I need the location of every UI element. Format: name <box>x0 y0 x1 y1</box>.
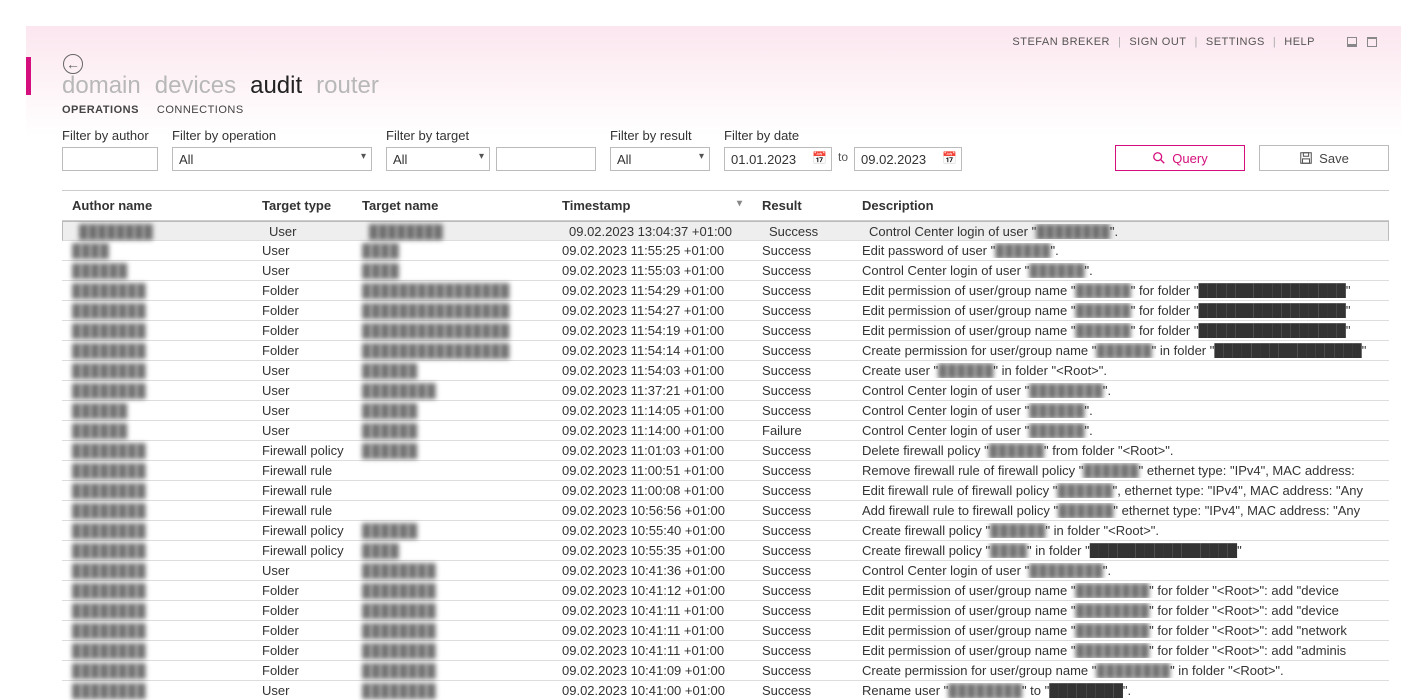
search-icon <box>1152 151 1166 165</box>
table-row[interactable]: ████████Firewall policy██████09.02.2023 … <box>62 521 1389 541</box>
save-button[interactable]: Save <box>1259 145 1389 171</box>
sub-nav: OPERATIONS CONNECTIONS <box>62 104 244 116</box>
back-button[interactable]: ← <box>63 54 83 74</box>
filter-bar: Filter by author Filter by operation Fil… <box>62 128 1389 171</box>
table-row[interactable]: ████████User████████09.02.2023 11:37:21 … <box>62 381 1389 401</box>
filter-date-to[interactable] <box>854 147 962 171</box>
nav-router[interactable]: router <box>316 72 379 100</box>
save-icon <box>1299 151 1313 165</box>
grid-header: Author name Target type Target name Time… <box>62 191 1389 221</box>
signout-link[interactable]: SIGN OUT <box>1129 36 1186 48</box>
table-row[interactable]: ████████Firewall rule09.02.2023 11:00:51… <box>62 461 1389 481</box>
user-name[interactable]: STEFAN BREKER <box>1012 36 1110 48</box>
filter-date-from[interactable] <box>724 147 832 171</box>
table-row[interactable]: ████████Folder████████████████09.02.2023… <box>62 341 1389 361</box>
col-timestamp[interactable]: Timestamp <box>562 198 762 213</box>
table-row[interactable]: ████████Firewall rule09.02.2023 10:56:56… <box>62 501 1389 521</box>
table-row[interactable]: ████████Folder████████09.02.2023 10:41:1… <box>62 601 1389 621</box>
col-target[interactable]: Target name <box>362 198 562 213</box>
accent-bar <box>26 57 31 95</box>
filter-operation-select[interactable] <box>172 147 372 171</box>
table-row[interactable]: ████████Folder████████████████09.02.2023… <box>62 281 1389 301</box>
table-row[interactable]: ████████Firewall policy████09.02.2023 10… <box>62 541 1389 561</box>
table-row[interactable]: ██████User████09.02.2023 11:55:03 +01:00… <box>62 261 1389 281</box>
nav-audit[interactable]: audit <box>250 72 302 100</box>
table-row[interactable]: ████████Folder████████09.02.2023 10:41:1… <box>62 621 1389 641</box>
filter-author-label: Filter by author <box>62 128 158 143</box>
tab-connections[interactable]: CONNECTIONS <box>157 104 244 116</box>
table-row[interactable]: ████████User██████09.02.2023 11:54:03 +0… <box>62 361 1389 381</box>
audit-grid: Author name Target type Target name Time… <box>62 190 1389 700</box>
top-links: STEFAN BREKER | SIGN OUT | SETTINGS | HE… <box>1012 36 1377 48</box>
filter-target-select[interactable] <box>386 147 490 171</box>
table-row[interactable]: ████████Folder████████09.02.2023 10:41:0… <box>62 661 1389 681</box>
filter-result-label: Filter by result <box>610 128 710 143</box>
col-type[interactable]: Target type <box>262 198 362 213</box>
settings-link[interactable]: SETTINGS <box>1206 36 1265 48</box>
filter-operation-label: Filter by operation <box>172 128 372 143</box>
filter-result-select[interactable] <box>610 147 710 171</box>
col-author[interactable]: Author name <box>62 198 262 213</box>
tab-operations[interactable]: OPERATIONS <box>62 104 139 116</box>
query-button[interactable]: Query <box>1115 145 1245 171</box>
nav-devices[interactable]: devices <box>155 72 236 100</box>
table-row[interactable]: ████████Folder████████09.02.2023 10:41:1… <box>62 581 1389 601</box>
filter-date-label: Filter by date <box>724 128 962 143</box>
table-row[interactable]: ████████Firewall policy██████09.02.2023 … <box>62 441 1389 461</box>
grid-body[interactable]: ████████User████████09.02.2023 13:04:37 … <box>62 221 1389 700</box>
window-minimize[interactable] <box>1347 37 1357 47</box>
table-row[interactable]: ████████Folder████████09.02.2023 10:41:1… <box>62 641 1389 661</box>
table-row[interactable]: ████████User████████09.02.2023 13:04:37 … <box>62 221 1389 241</box>
filter-author-input[interactable] <box>62 147 158 171</box>
filter-targetname-input[interactable] <box>496 147 596 171</box>
col-result[interactable]: Result <box>762 198 862 213</box>
table-row[interactable]: ████User████09.02.2023 11:55:25 +01:00Su… <box>62 241 1389 261</box>
filter-target-label: Filter by target <box>386 128 596 143</box>
main-nav: domain devices audit router <box>62 72 379 100</box>
nav-domain[interactable]: domain <box>62 72 141 100</box>
table-row[interactable]: ██████User██████09.02.2023 11:14:00 +01:… <box>62 421 1389 441</box>
window-maximize[interactable] <box>1367 37 1377 47</box>
table-row[interactable]: ██████User██████09.02.2023 11:14:05 +01:… <box>62 401 1389 421</box>
table-row[interactable]: ████████User████████09.02.2023 10:41:00 … <box>62 681 1389 700</box>
table-row[interactable]: ████████Folder████████████████09.02.2023… <box>62 301 1389 321</box>
date-to-label: to <box>838 150 848 168</box>
table-row[interactable]: ████████User████████09.02.2023 10:41:36 … <box>62 561 1389 581</box>
table-row[interactable]: ████████Folder████████████████09.02.2023… <box>62 321 1389 341</box>
window-controls <box>1347 37 1377 47</box>
help-link[interactable]: HELP <box>1284 36 1315 48</box>
table-row[interactable]: ████████Firewall rule09.02.2023 11:00:08… <box>62 481 1389 501</box>
col-description[interactable]: Description <box>862 198 1389 213</box>
